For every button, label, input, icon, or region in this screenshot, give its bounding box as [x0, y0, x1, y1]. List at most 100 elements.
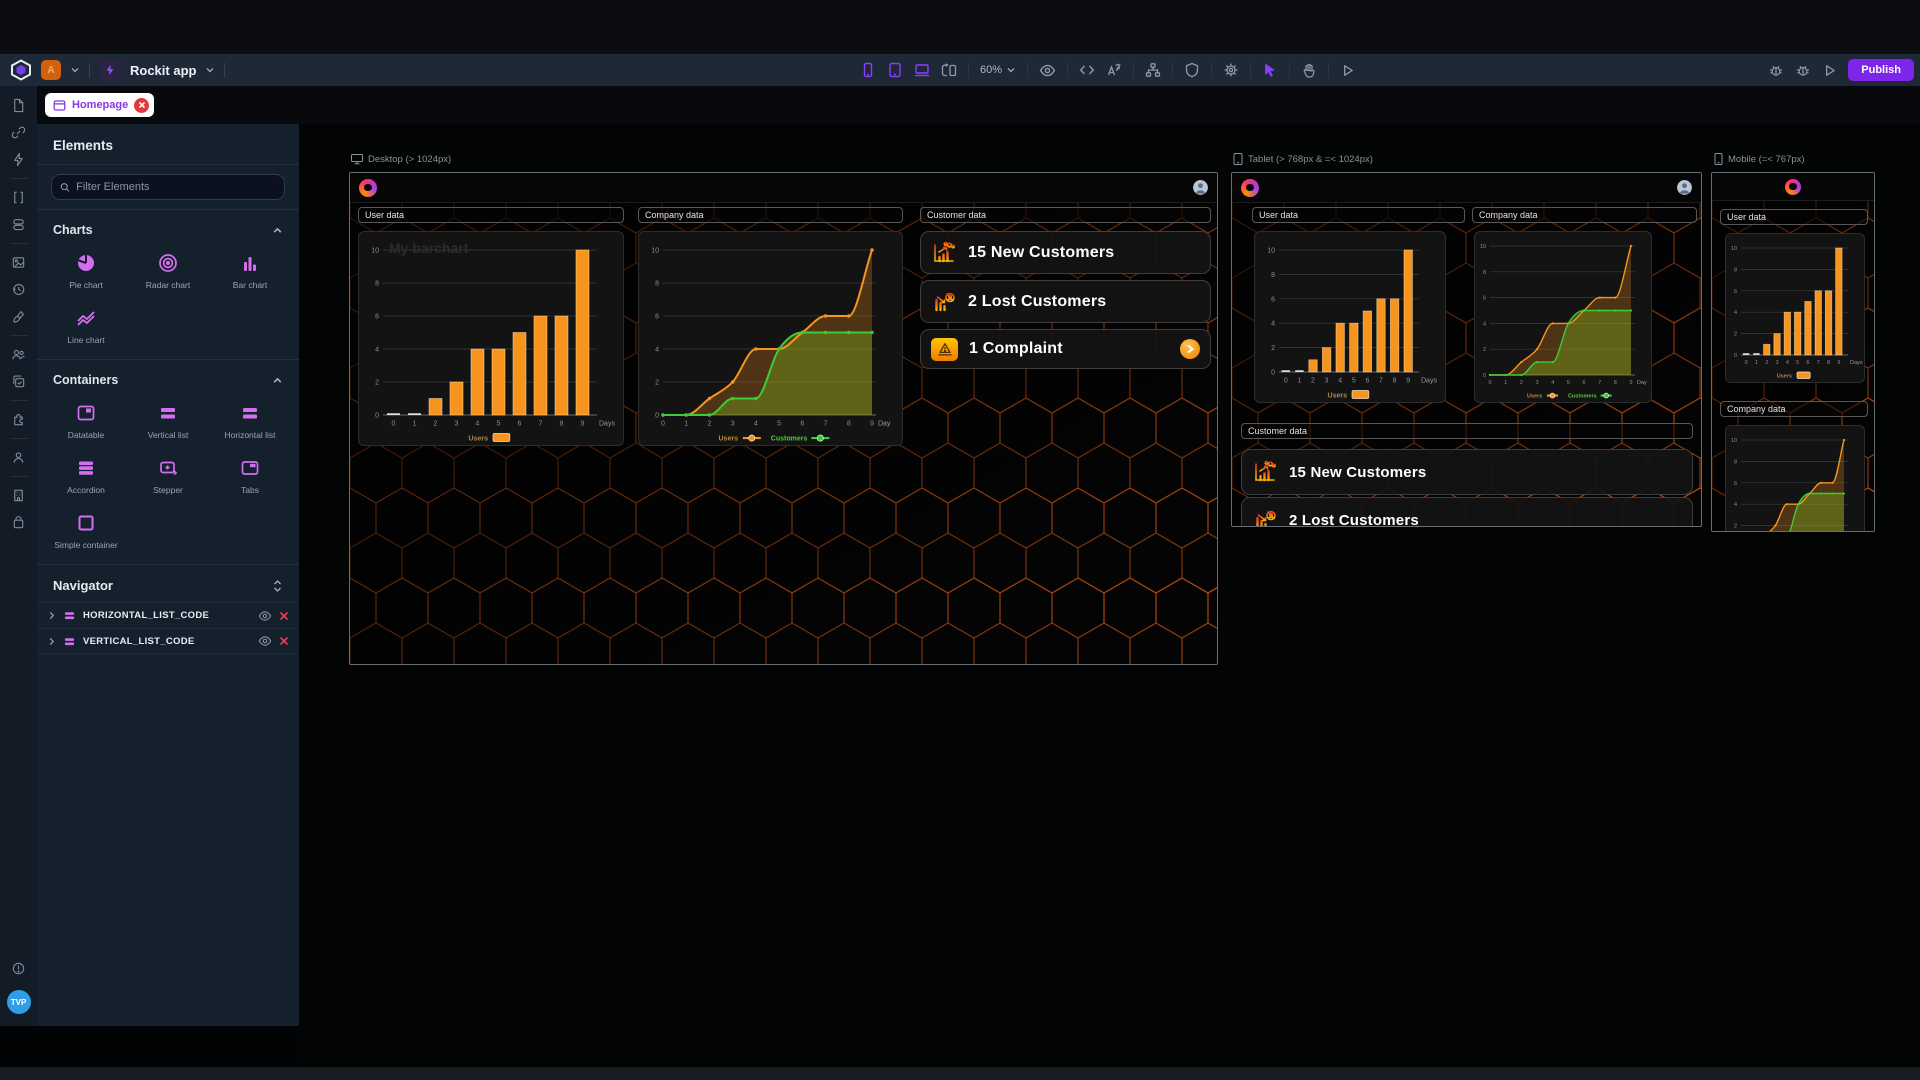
app-name[interactable]: Rockit app — [130, 63, 196, 78]
panel-title-user-data[interactable]: User data — [1720, 209, 1868, 225]
play-icon[interactable] — [1340, 63, 1355, 78]
user-bar-chart-card[interactable]: 0 2 4 6 8 10 My barchart 0 1 2 3 4 5 6 7 8 9 Days Users — [358, 231, 624, 446]
assets-image-icon[interactable] — [0, 249, 37, 276]
components-copy-icon[interactable] — [0, 368, 37, 395]
sitemap-icon[interactable] — [1145, 62, 1161, 78]
element-vertical-list[interactable]: Vertical list — [127, 403, 209, 440]
company-line-chart-card[interactable]: 02468100123456789DayUsersCustomers — [1474, 231, 1652, 403]
app-chevron-down-icon[interactable] — [205, 65, 215, 75]
preview-tablet-frame[interactable]: User data Company data 0 2 4 6 8 10 0 1 2 3 4 5 6 7 8 9… — [1231, 172, 1702, 527]
delete-x-icon[interactable] — [279, 611, 289, 621]
element-tabs[interactable]: Tabs — [209, 458, 291, 495]
users-bar-chart[interactable]: 0 2 4 6 8 10 0 1 2 3 4 5 6 7 8 9 Days Users — [1255, 232, 1445, 402]
tab-homepage[interactable]: Homepage — [45, 93, 155, 117]
element-accordion[interactable]: Accordion — [45, 458, 127, 495]
company-line-chart-card[interactable]: 02468100123456789DayUsersCustomers — [1725, 425, 1865, 532]
panel-title-customer-data[interactable]: Customer data — [920, 207, 1211, 223]
stat-card-complaint[interactable]: 1 Complaint — [920, 329, 1211, 369]
desktop-icon — [351, 154, 363, 165]
panel-title-user-data[interactable]: User data — [358, 207, 624, 223]
complaint-arrow-button[interactable] — [1180, 339, 1200, 359]
translate-icon[interactable] — [1106, 62, 1122, 78]
app-bolt-icon[interactable] — [99, 59, 121, 81]
profile-user-icon[interactable] — [0, 444, 37, 471]
company-line-chart[interactable]: 02468100123456789DayUsersCustomers — [1475, 232, 1651, 402]
tab-close-button[interactable] — [134, 97, 150, 113]
code-icon[interactable] — [1079, 62, 1095, 78]
panel-title-company-data[interactable]: Company data — [1720, 401, 1868, 417]
filter-elements-search[interactable] — [51, 174, 285, 200]
delete-x-icon[interactable] — [279, 636, 289, 646]
run-play-icon[interactable] — [1822, 63, 1837, 78]
panel-title-company-data[interactable]: Company data — [1472, 207, 1697, 223]
organization-building-icon[interactable] — [0, 482, 37, 509]
element-line-chart[interactable]: Line chart — [45, 308, 127, 345]
visibility-eye-icon[interactable] — [258, 634, 272, 648]
phone-breakpoint-icon[interactable] — [860, 62, 876, 78]
panel-title-user-data[interactable]: User data — [1252, 207, 1465, 223]
panel-title-customer-data[interactable]: Customer data — [1241, 423, 1693, 439]
users-icon[interactable] — [0, 341, 37, 368]
settings-gear-icon[interactable] — [1223, 62, 1239, 78]
user-avatar[interactable]: TVP — [6, 990, 31, 1014]
marketplace-bag-icon[interactable] — [0, 509, 37, 536]
debug-icon-2[interactable] — [1795, 62, 1811, 78]
navigator-item-horizontal-list[interactable]: HORIZONTAL_LIST_CODE — [37, 602, 299, 628]
element-stepper[interactable]: Stepper — [127, 458, 209, 495]
stat-card-new-customers[interactable]: 15 New Customers — [1241, 449, 1693, 495]
breakpoint-resize-icon[interactable] — [941, 62, 957, 78]
stat-card-lost-customers[interactable]: 2 Lost Customers — [920, 280, 1211, 323]
workspace-chevron-down-icon[interactable] — [70, 65, 80, 75]
element-bar-chart[interactable]: Bar chart — [209, 253, 291, 290]
company-line-chart-card[interactable]: 02468100123456789DayUsersCustomers — [638, 231, 903, 446]
search-input[interactable] — [76, 181, 276, 193]
pan-hand-icon[interactable] — [1301, 62, 1317, 78]
stat-card-new-customers[interactable]: 15 New Customers — [920, 231, 1211, 274]
element-simple-container[interactable]: Simple container — [45, 513, 127, 550]
data-stack-icon[interactable] — [0, 211, 37, 238]
debug-icon-1[interactable] — [1768, 62, 1784, 78]
links-icon[interactable] — [0, 119, 37, 146]
panel-title-company-data[interactable]: Company data — [638, 207, 903, 223]
desktop-breakpoint-icon[interactable] — [914, 62, 930, 78]
pages-icon[interactable] — [0, 92, 37, 119]
element-radar-chart[interactable]: Radar chart — [127, 253, 209, 290]
element-datatable[interactable]: Datatable — [45, 403, 127, 440]
navigator-item-vertical-list[interactable]: VERTICAL_LIST_CODE — [37, 628, 299, 654]
sort-chevrons-icon[interactable] — [272, 579, 283, 593]
tablet-breakpoint-icon[interactable] — [887, 62, 903, 78]
design-canvas[interactable]: Desktop (> 1024px) User data Company dat… — [299, 124, 1920, 1080]
users-bar-chart[interactable]: 0 2 4 6 8 10 0 1 2 3 4 5 6 7 8 9 Days Users — [1726, 234, 1864, 382]
variables-brackets-icon[interactable] — [0, 184, 37, 211]
visibility-eye-icon[interactable] — [258, 609, 272, 623]
info-icon[interactable] — [0, 955, 37, 982]
preview-desktop-frame[interactable]: User data Company data Customer data 0 2 4… — [349, 172, 1218, 665]
user-bar-chart-card[interactable]: 0 2 4 6 8 10 0 1 2 3 4 5 6 7 8 9 Days Users — [1254, 231, 1446, 403]
preview-eye-icon[interactable] — [1039, 62, 1056, 79]
preview-mobile-frame[interactable]: User data 0 2 4 6 8 10 0 1 2 3 4 5 6 7 8 9 Days Users Com… — [1711, 172, 1875, 532]
stat-card-lost-customers[interactable]: 2 Lost Customers — [1241, 497, 1693, 526]
styles-brush-icon[interactable] — [0, 303, 37, 330]
element-horizontal-list[interactable]: Horizontal list — [209, 403, 291, 440]
shield-icon[interactable] — [1184, 62, 1200, 78]
section-charts-header[interactable]: Charts — [37, 210, 299, 245]
svg-text:1: 1 — [413, 421, 417, 428]
builder-logo-icon[interactable] — [10, 59, 32, 81]
company-line-chart[interactable]: 02468100123456789DayUsersCustomers — [1726, 426, 1864, 532]
select-tool-icon[interactable] — [1262, 62, 1278, 78]
users-bar-chart[interactable]: 0 2 4 6 8 10 My barchart 0 1 2 3 4 5 6 7 8 9 Days Users — [359, 232, 623, 445]
publish-button[interactable]: Publish — [1848, 59, 1914, 81]
company-line-chart[interactable]: 02468100123456789DayUsersCustomers — [639, 232, 902, 445]
bottom-status-strip — [0, 1067, 1920, 1080]
vertical-list-icon — [158, 403, 178, 423]
element-pie-chart[interactable]: Pie chart — [45, 253, 127, 290]
workflows-bolt-icon[interactable] — [0, 146, 37, 173]
history-icon[interactable] — [0, 276, 37, 303]
section-containers-header[interactable]: Containers — [37, 360, 299, 395]
plugins-puzzle-icon[interactable] — [0, 406, 37, 433]
zoom-select[interactable]: 60% — [980, 64, 1016, 76]
user-bar-chart-card[interactable]: 0 2 4 6 8 10 0 1 2 3 4 5 6 7 8 9 Days Users — [1725, 233, 1865, 383]
bar-chart-icon — [240, 253, 260, 273]
workspace-badge[interactable]: A — [41, 60, 61, 80]
svg-text:0: 0 — [1745, 360, 1748, 366]
